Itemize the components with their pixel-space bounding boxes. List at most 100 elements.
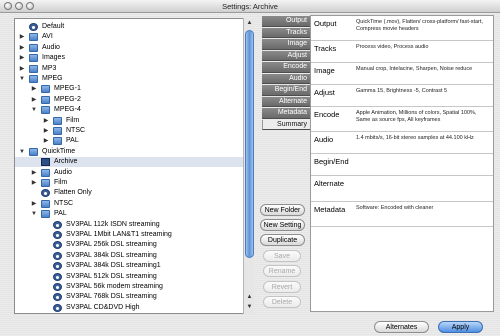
alternates-button[interactable]: Alternates (374, 321, 429, 333)
folder-icon (53, 116, 62, 125)
tab-summary[interactable]: Summary (262, 119, 310, 130)
tree-setting-row[interactable]: SV3PAL 384k DSL streaming1 (15, 261, 245, 271)
disclosure-expanded-icon[interactable]: ▼ (30, 209, 38, 219)
tree-item-label: Images (42, 54, 65, 62)
window-title: Settings: Archive (222, 2, 278, 11)
preset-icon (41, 189, 50, 198)
duplicate-button[interactable]: Duplicate (260, 234, 305, 246)
new-folder-button[interactable]: New Folder (260, 204, 305, 216)
folder-icon (41, 210, 50, 219)
tab-tracks[interactable]: Tracks (262, 27, 310, 38)
disclosure-collapsed-icon[interactable]: ▶ (42, 116, 50, 126)
preset-icon (53, 272, 62, 281)
summary-row: Begin/End (311, 154, 493, 176)
tree-folder-row[interactable]: ▶ AVI (15, 32, 245, 42)
tree-setting-row[interactable]: SV3PAL 56k modem streaming (15, 282, 245, 292)
new-setting-button[interactable]: New Setting (260, 219, 305, 231)
tree-folder-row[interactable]: ▼ MPEG-4 (15, 105, 245, 115)
tree-item-label: Audio (42, 43, 60, 51)
tree-folder-row[interactable]: ▶ Audio (15, 168, 245, 178)
tree-item-label: AVI (42, 33, 53, 41)
rename-button[interactable]: Rename (263, 265, 301, 277)
tree-folder-row[interactable]: ▶ MP3 (15, 64, 245, 74)
tree-setting-row[interactable]: SV3PAL 1Mbit LAN&T1 streaming (15, 230, 245, 240)
tab-audio[interactable]: Audio (262, 73, 310, 84)
summary-value: Gamma 15, Brightness -5, Contrast 5 (356, 88, 448, 94)
tab-encode[interactable]: Encode (262, 62, 310, 73)
tree-setting-row[interactable]: Archive (15, 157, 245, 168)
scroll-up-arrow-icon[interactable]: ▲ (245, 19, 254, 28)
summary-row: Metadata Software: Encoded with cleaner (311, 202, 493, 227)
tree-folder-row[interactable]: ▶ MPEG-1 (15, 84, 245, 94)
disclosure-collapsed-icon[interactable]: ▶ (30, 199, 38, 209)
disclosure-collapsed-icon[interactable]: ▶ (30, 178, 38, 188)
tree-folder-row[interactable]: ▼ MPEG (15, 74, 245, 84)
folder-icon (41, 95, 50, 104)
folder-icon (41, 106, 50, 115)
tree-setting-row[interactable]: SV3PAL 512k DSL streaming (15, 272, 245, 282)
disclosure-expanded-icon[interactable]: ▼ (30, 105, 38, 115)
tree-item-label: MPEG-2 (54, 95, 81, 103)
disclosure-collapsed-icon[interactable]: ▶ (18, 32, 26, 42)
tree-folder-row[interactable]: ▶ NTSC (15, 199, 245, 209)
tree-setting-row[interactable]: Flatten Only (15, 188, 245, 198)
preset-icon (53, 303, 62, 312)
revert-button[interactable]: Revert (263, 281, 301, 293)
tree-folder-row[interactable]: ▶ PAL (15, 136, 245, 146)
tree-folder-row[interactable]: ▶ Images (15, 53, 245, 63)
tab-image[interactable]: Image (262, 39, 310, 50)
folder-icon (41, 179, 50, 187)
summary-panel: Output QuickTime (.mov), Flatten/ cross-p… (310, 15, 494, 312)
disclosure-collapsed-icon[interactable]: ▶ (18, 43, 26, 53)
tree-setting-row[interactable]: SV3PAL 256k DSL streaming (15, 240, 245, 250)
tree-setting-row[interactable]: SV3PAL 768k DSL streaming (15, 292, 245, 302)
tree-item-label: Archive (54, 158, 78, 166)
disclosure-collapsed-icon[interactable]: ▶ (30, 168, 38, 178)
disclosure-collapsed-icon[interactable]: ▶ (18, 64, 26, 74)
delete-button[interactable]: Delete (263, 296, 301, 308)
summary-label: Tracks (314, 44, 337, 53)
tree-setting-row[interactable]: Default (15, 22, 245, 32)
tab-alternate[interactable]: Alternate (262, 96, 310, 107)
tree-folder-row[interactable]: ▼ QuickTime (15, 147, 245, 157)
disclosure-collapsed-icon[interactable]: ▶ (30, 84, 38, 94)
summary-value: Process video, Process audio (356, 44, 429, 50)
scroll-thumb[interactable] (245, 30, 254, 258)
disclosure-expanded-icon[interactable]: ▼ (18, 147, 26, 157)
tree-setting-row[interactable]: SV3PAL 112k ISDN streaming (15, 220, 245, 230)
tree-item-label: QuickTime (42, 147, 76, 155)
tree-item-label: SV3PAL 384k DSL streaming1 (66, 262, 161, 270)
tab-beginend[interactable]: Begin/End (262, 85, 310, 96)
disclosure-collapsed-icon[interactable]: ▶ (42, 136, 50, 146)
tab-metadata[interactable]: Metadata (262, 108, 310, 119)
tree-item-label: SV3PAL 112k ISDN streaming (66, 220, 160, 228)
tree-folder-row[interactable]: ▼ PAL (15, 209, 245, 219)
tree-item-label: SV3PAL 56k modem streaming (66, 283, 163, 290)
disclosure-expanded-icon[interactable]: ▼ (18, 74, 26, 84)
tree-folder-row[interactable]: ▶ Film (15, 178, 245, 188)
save-button[interactable]: Save (263, 250, 301, 262)
tab-output[interactable]: Output (262, 16, 310, 27)
tree-item-label: NTSC (66, 127, 86, 134)
tree-item-label: SV3PAL 384k DSL streaming (66, 251, 157, 259)
tree-setting-row[interactable]: SV3PAL 384k DSL streaming (15, 251, 245, 261)
scroll-up-arrow-icon[interactable]: ▲ (245, 293, 254, 302)
tree-item-label: Audio (54, 168, 72, 176)
scroll-down-arrow-icon[interactable]: ▼ (245, 303, 254, 312)
tree-scrollbar[interactable]: ▲ ▲ ▼ (243, 18, 254, 314)
settings-tree[interactable]: Default ▶ AVI ▶ Audio ▶ Images ▶ MP3 ▼ MPEG ▶ MPEG-1… (14, 18, 254, 314)
tree-folder-row[interactable]: ▶ Film (15, 116, 245, 126)
summary-row: Image Manual crop, Intelacine, Sharpen, N… (311, 63, 493, 85)
tab-adjust[interactable]: Adjust (262, 50, 310, 61)
disclosure-collapsed-icon[interactable]: ▶ (30, 95, 38, 105)
tree-folder-row[interactable]: ▶ Audio (15, 43, 245, 53)
apply-button[interactable]: Apply (438, 321, 483, 333)
disclosure-collapsed-icon[interactable]: ▶ (18, 53, 26, 63)
tree-item-label: SV3PAL 1Mbit LAN&T1 streaming (66, 231, 172, 238)
summary-label: Adjust (314, 88, 335, 97)
tree-setting-row[interactable]: SV3PAL CD&DVD High (15, 303, 245, 313)
tree-folder-row[interactable]: ▶ MPEG-2 (15, 95, 245, 105)
tree-folder-row[interactable]: ▶ NTSC (15, 126, 245, 136)
disclosure-collapsed-icon[interactable]: ▶ (42, 126, 50, 136)
preset-icon (29, 23, 38, 31)
